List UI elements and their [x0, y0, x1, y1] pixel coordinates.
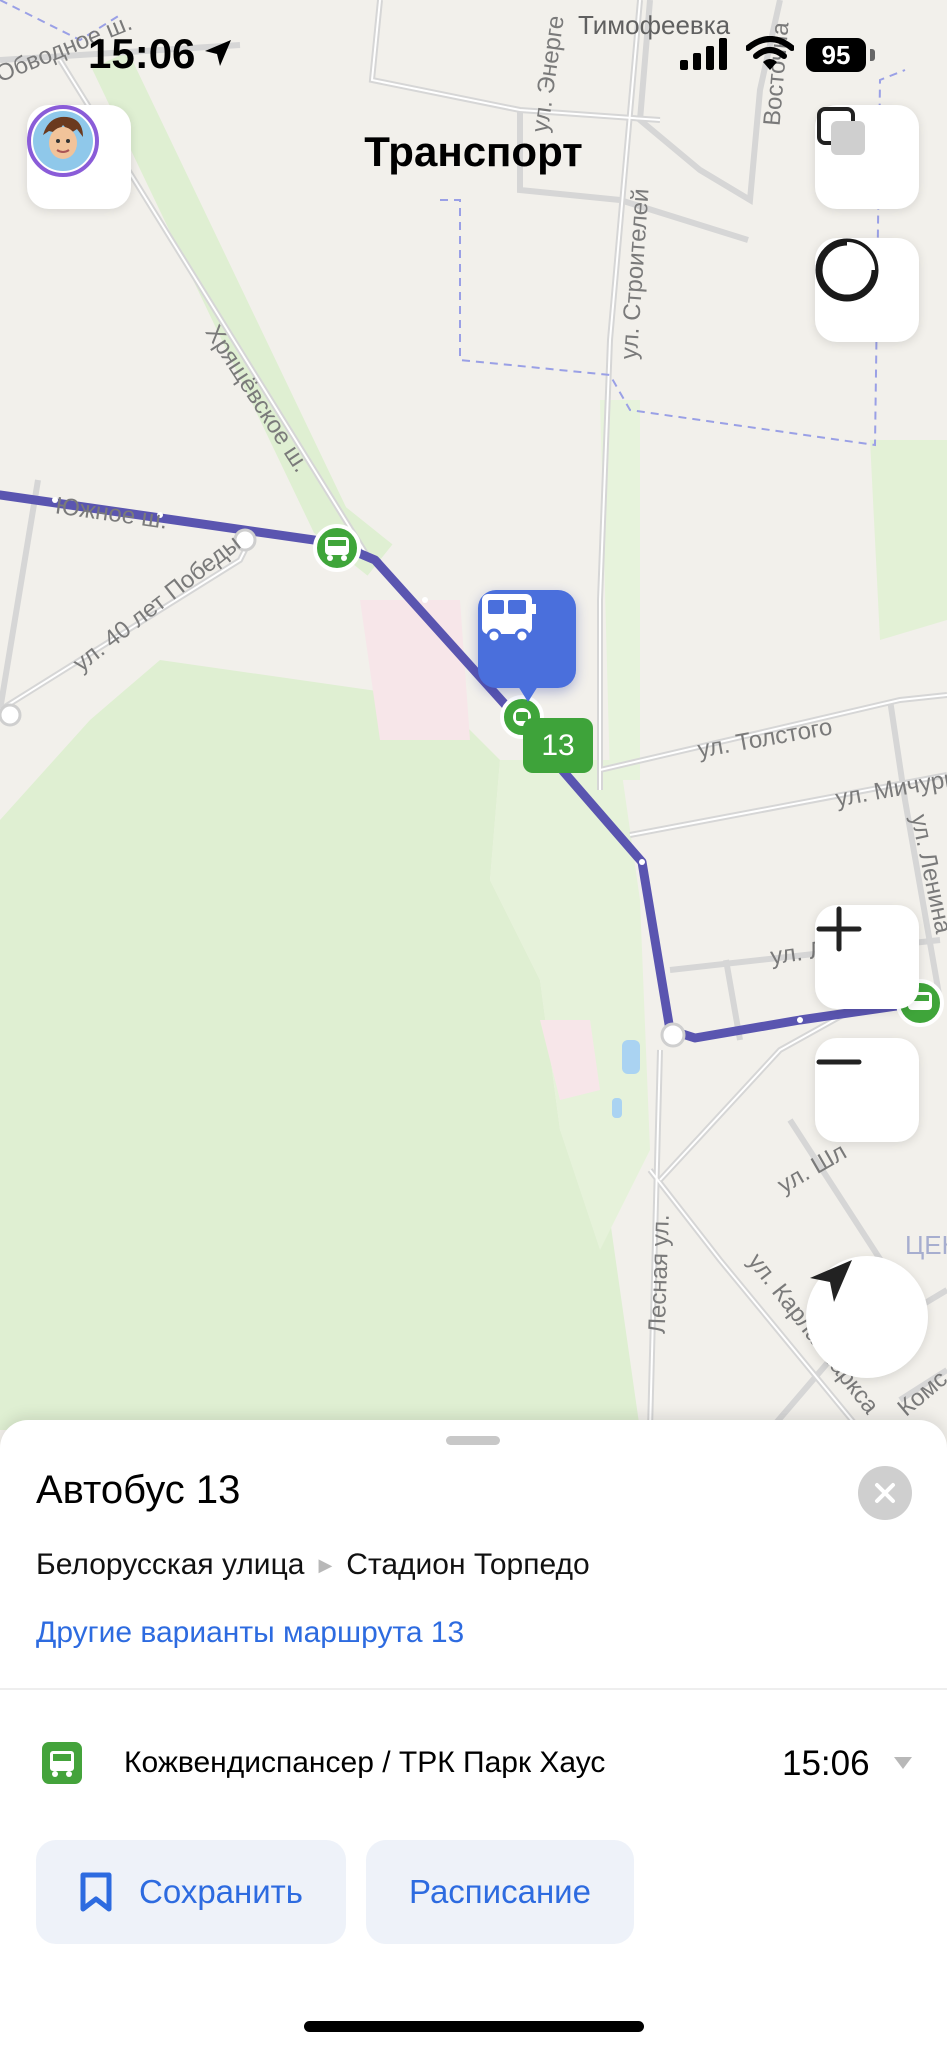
bus-stop-icon: [42, 1742, 82, 1784]
route-direction-arrow-icon: ▶: [318, 1554, 333, 1575]
map-canvas: [0, 0, 947, 1430]
zoom-in-button[interactable]: [815, 905, 919, 1009]
wifi-icon: [746, 36, 794, 70]
save-button-label: Сохранить: [139, 1873, 303, 1910]
stop-name: Кожвендиспансер / ТРК Парк Хаус: [124, 1746, 606, 1779]
schedule-button-label: Расписание: [409, 1873, 591, 1910]
map-view[interactable]: Тимофеевка Обводное ш. ул. Энерге Восточ…: [0, 0, 947, 1430]
route-to: Стадион Торпедо: [346, 1548, 590, 1581]
schedule-button[interactable]: Расписание: [366, 1840, 634, 1944]
close-icon: [875, 1483, 895, 1503]
minus-icon: [816, 1059, 862, 1065]
map-label-district: ЦЕН: [905, 1230, 947, 1260]
bookmark-icon: [80, 1872, 112, 1912]
my-location-button[interactable]: [806, 1256, 928, 1378]
battery-indicator: 95: [806, 38, 866, 72]
save-button[interactable]: Сохранить: [36, 1840, 346, 1944]
page-title: Транспорт: [364, 128, 583, 175]
status-bar: 15:06 95: [0, 0, 947, 110]
bus-location-pin[interactable]: [478, 590, 576, 702]
expand-chevron-icon[interactable]: [894, 1757, 912, 1769]
route-endpoints: Белорусская улица ▶ Стадион Торпедо: [36, 1548, 590, 1582]
route-bottom-sheet: Автобус 13 Белорусская улица ▶ Стадион Т…: [0, 1420, 947, 2048]
assistant-icon: [815, 238, 879, 302]
close-button[interactable]: [858, 1466, 912, 1520]
stop-arrival-time: 15:06: [782, 1744, 870, 1783]
map-label-street: Лесная ул.: [643, 1213, 675, 1335]
stop-row[interactable]: Кожвендиспансер / ТРК Парк Хаус 15:06: [0, 1720, 947, 1814]
battery-cap: [870, 49, 875, 61]
home-indicator: [304, 2021, 644, 2032]
location-arrow-icon: [810, 1260, 852, 1302]
sheet-drag-handle[interactable]: [446, 1436, 500, 1445]
plus-icon: [816, 906, 862, 952]
voice-assistant-button[interactable]: [815, 238, 919, 342]
route-from: Белорусская улица: [36, 1548, 305, 1581]
bus-icon: [482, 594, 536, 644]
divider: [0, 1688, 947, 1690]
cellular-signal-icon: [680, 38, 727, 70]
route-number-badge[interactable]: 13: [523, 718, 593, 773]
zoom-out-button[interactable]: [815, 1038, 919, 1142]
route-title: Автобус 13: [36, 1468, 241, 1512]
status-time: 15:06: [88, 30, 196, 77]
location-services-icon: [205, 40, 231, 66]
other-route-variants-link[interactable]: Другие варианты маршрута 13: [36, 1616, 464, 1650]
